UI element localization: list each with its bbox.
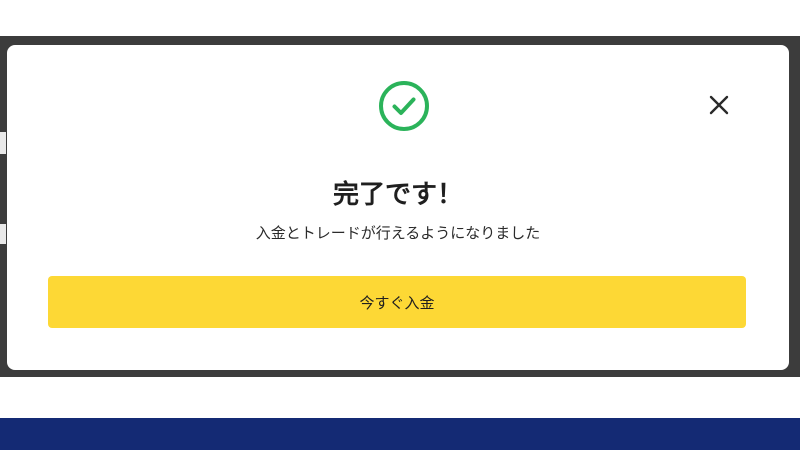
check-circle-icon: [379, 81, 429, 131]
page-content-strip: [0, 377, 800, 418]
background-content-edge: [0, 224, 6, 244]
page-header-strip: [0, 0, 800, 36]
background-content-edge: [0, 132, 6, 154]
dialog-title: 完了です！: [332, 180, 463, 210]
close-icon[interactable]: [705, 91, 733, 119]
dialog-message: 入金とトレードが行えるようになりました: [255, 224, 541, 242]
deposit-now-button[interactable]: 今すぐ入金: [48, 276, 746, 328]
page-footer: [0, 418, 800, 450]
success-dialog: 完了です！ 入金とトレードが行えるようになりました 今すぐ入金: [7, 45, 789, 370]
